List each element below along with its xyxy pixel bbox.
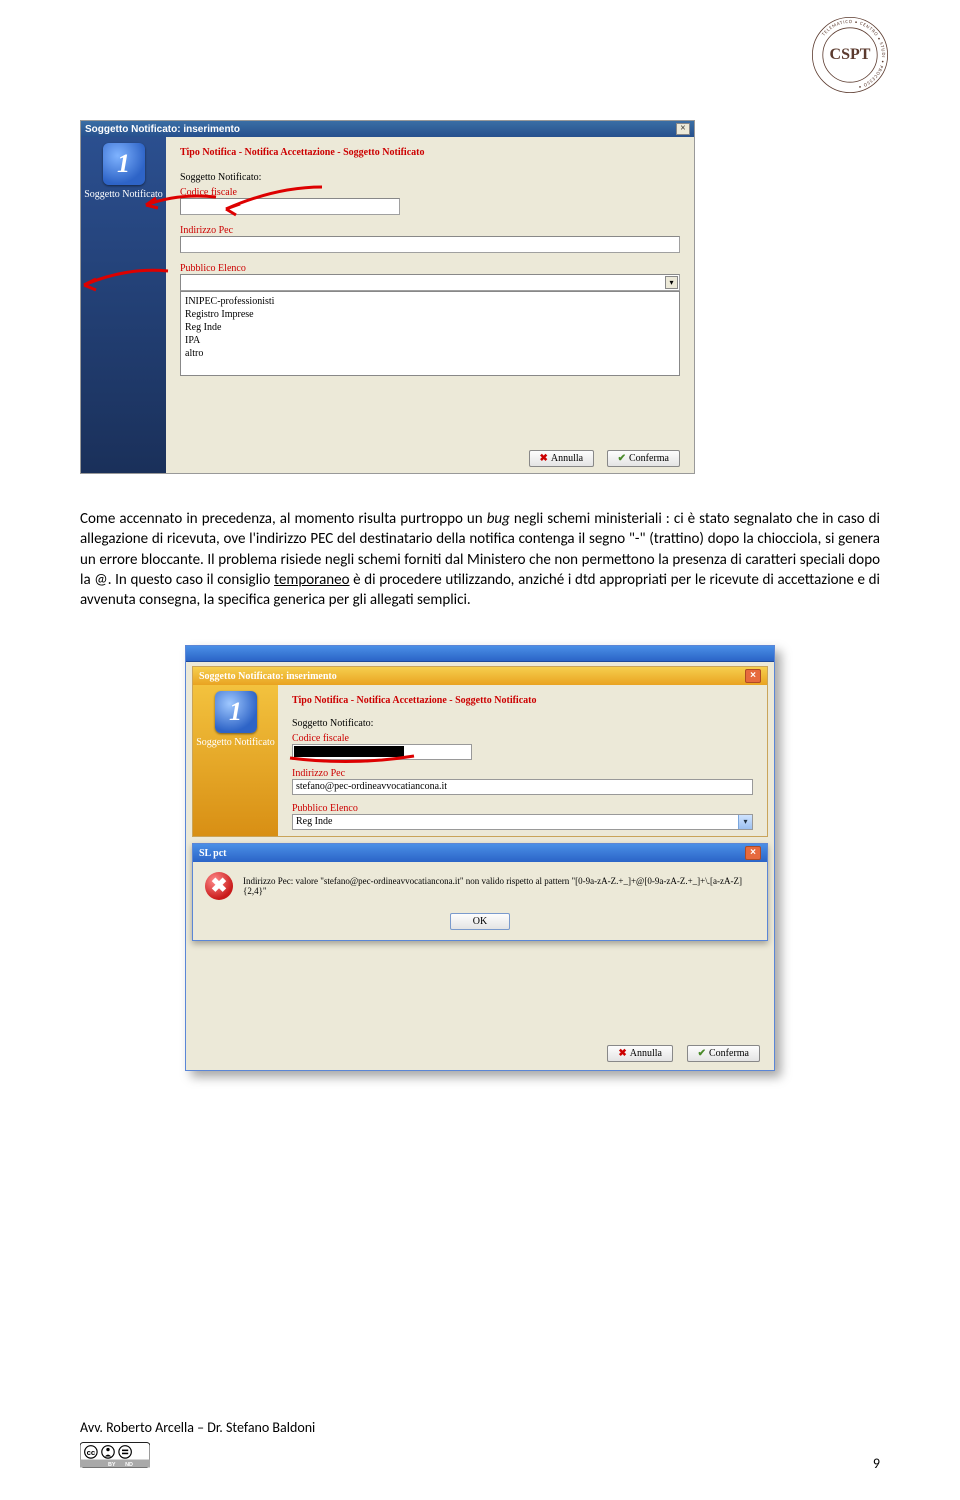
step-label: Soggetto Notificato [195,737,276,748]
wizard-sidebar: 1 Soggetto Notificato [81,137,166,473]
step-badge: 1 [103,143,145,185]
dialog-titlebar: Soggetto Notificato: inserimento × [193,667,767,685]
step-badge: 1 [215,691,257,733]
chevron-down-icon[interactable]: ▾ [738,815,752,829]
screenshot-2: Soggetto Notificato: inserimento × 1 Sog… [185,645,775,1071]
error-message: Indirizzo Pec: valore "stefano@pec-ordin… [243,876,755,896]
dialog-title: Soggetto Notificato: inserimento [85,124,240,135]
page-footer: Avv. Roberto Arcella – Dr. Stefano Baldo… [80,1419,880,1472]
error-icon: ✖ [205,872,233,900]
pubblico-elenco-label: Pubblico Elenco [180,263,680,274]
svg-text:cc: cc [87,1448,96,1457]
svg-text:CSPT: CSPT [830,46,871,63]
form-header: Tipo Notifica - Notifica Accettazione - … [180,147,680,158]
screenshot-1: Soggetto Notificato: inserimento × 1 Sog… [80,120,695,474]
indirizzo-pec-input[interactable] [180,236,680,253]
pubblico-elenco-label: Pubblico Elenco [292,803,753,814]
dialog-titlebar: Soggetto Notificato: inserimento × [81,121,694,137]
red-arrow-annotation [76,265,172,295]
soggetto-label: Soggetto Notificato: [292,718,753,729]
x-icon: ✖ [540,453,548,464]
codice-fiscale-label: Codice fiscale [292,733,753,744]
error-dialog: SL pct × ✖ Indirizzo Pec: valore "stefan… [192,843,768,941]
red-underline-annotation [288,752,418,766]
page-number: 9 [873,1455,880,1472]
ok-button[interactable]: OK [450,913,510,930]
cc-by-nd-badge: cc BY ND [80,1442,315,1472]
outer-window-bar [186,646,774,662]
authors: Avv. Roberto Arcella – Dr. Stefano Baldo… [80,1419,315,1436]
wizard-sidebar: 1 Soggetto Notificato [193,685,278,836]
close-icon[interactable]: × [745,846,761,860]
close-icon[interactable]: × [676,123,690,135]
error-title: SL pct [199,848,227,859]
pubblico-elenco-select[interactable] [180,274,680,291]
indirizzo-pec-label: Indirizzo Pec [180,225,680,236]
cancel-button[interactable]: ✖Annulla [607,1045,673,1062]
svg-text:BY: BY [108,1462,116,1468]
close-icon[interactable]: × [745,669,761,683]
x-icon: ✖ [618,1048,626,1059]
red-arrow-annotation [138,193,218,215]
soggetto-label: Soggetto Notificato: [180,172,680,183]
form-header: Tipo Notifica - Notifica Accettazione - … [292,695,753,706]
indirizzo-pec-input[interactable]: stefano@pec-ordineavvocatiancona.it [292,779,753,795]
indirizzo-pec-label: Indirizzo Pec [292,768,753,779]
chevron-down-icon[interactable]: ▾ [665,276,678,289]
list-item[interactable]: altro [185,347,675,360]
check-icon: ✔ [698,1048,706,1059]
cspt-logo: CSPT TELEMATICO • CENTRO • STUDI • PROCE… [810,15,890,95]
dialog-title: Soggetto Notificato: inserimento [199,671,337,682]
red-arrow-annotation [216,183,326,219]
list-item[interactable]: INIPEC-professionisti [185,295,675,308]
svg-text:ND: ND [125,1462,133,1468]
check-icon: ✔ [618,453,626,464]
pubblico-elenco-select[interactable]: Reg Inde [292,814,753,830]
list-item[interactable]: Reg Inde [185,321,675,334]
list-item[interactable]: Registro Imprese [185,308,675,321]
cancel-button[interactable]: ✖Annulla [529,450,595,467]
pubblico-elenco-listbox[interactable]: INIPEC-professionisti Registro Imprese R… [180,291,680,376]
confirm-button[interactable]: ✔Conferma [607,450,680,467]
confirm-button[interactable]: ✔Conferma [687,1045,760,1062]
list-item[interactable]: IPA [185,334,675,347]
body-paragraph: Come accennato in precedenza, al momento… [80,509,880,610]
